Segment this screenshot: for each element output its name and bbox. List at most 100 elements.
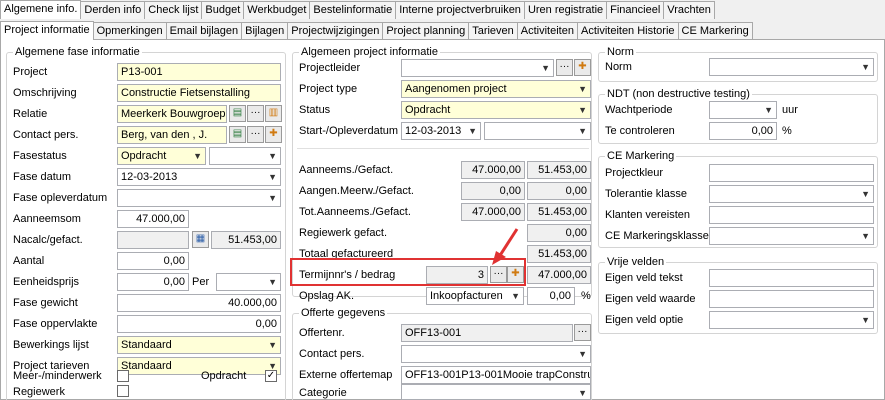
opslag-select[interactable]: Inkoopfacturen ▼ (426, 287, 524, 305)
tab-activiteiten-historie[interactable]: Activiteiten Historie (576, 22, 679, 40)
fasestatus-select[interactable]: Opdracht ▼ (117, 147, 206, 165)
calculator-icon[interactable]: ▦ (192, 231, 209, 248)
ellipsis-icon[interactable]: ··· (556, 59, 573, 76)
tab-derden-info[interactable]: Derden info (80, 1, 146, 19)
per-select[interactable]: ▼ (216, 273, 281, 291)
meerwerk-value-2: 0,00 (527, 182, 591, 200)
offerte-contact-select[interactable]: ▼ (401, 345, 591, 363)
categorie-select[interactable]: ▼ (401, 384, 591, 400)
gewicht-field[interactable]: 40.000,00 (117, 294, 281, 312)
card-icon[interactable]: ▤ (229, 105, 246, 122)
highlight-box (290, 258, 526, 286)
projectkleur-field[interactable] (709, 164, 874, 182)
chevron-down-icon: ▼ (268, 193, 277, 203)
meerminder-checkbox[interactable] (117, 370, 129, 382)
totaal-gefactureerd-value: 51.453,00 (527, 245, 591, 263)
new-document-icon[interactable]: ✚ (574, 59, 591, 76)
tab-project-informatie[interactable]: Project informatie (0, 21, 94, 40)
chevron-down-icon: ▼ (468, 126, 477, 136)
chevron-down-icon: ▼ (578, 349, 587, 359)
eenheidsprijs-field[interactable]: 0,00 (117, 273, 189, 291)
chevron-down-icon: ▼ (268, 340, 277, 350)
nacalc-value: 51.453,00 (211, 231, 281, 249)
contact-field[interactable]: Berg, van den , J. (117, 126, 227, 144)
status-select[interactable]: Opdracht ▼ (401, 101, 591, 119)
opslag-percentage[interactable]: 0,00 (527, 287, 575, 305)
tab-financieel[interactable]: Financieel (606, 1, 665, 19)
tab-vrachten[interactable]: Vrachten (663, 1, 715, 19)
tekst-field[interactable] (709, 269, 874, 287)
tab-activiteiten[interactable]: Activiteiten (516, 22, 578, 40)
waarde-field[interactable] (709, 290, 874, 308)
tab-werkbudget[interactable]: Werkbudget (243, 1, 311, 19)
tab-algemene-info[interactable]: Algemene info. (0, 0, 82, 19)
tab-ce-markering[interactable]: CE Markering (677, 22, 753, 40)
tab-projectwijzigingen[interactable]: Projectwijzigingen (287, 22, 384, 40)
aantal-label: Aantal (13, 255, 45, 267)
opleverdatum-select[interactable]: ▼ (117, 189, 281, 207)
ellipsis-icon[interactable]: ··· (247, 126, 264, 143)
chevron-down-icon: ▼ (268, 277, 277, 287)
tecontroleren-field[interactable]: 0,00 (709, 122, 777, 140)
startdatum-select[interactable]: 12-03-2013 ▼ (401, 122, 481, 140)
fasestatus-sub-select[interactable]: ▼ (209, 147, 281, 165)
tab-email-bijlagen[interactable]: Email bijlagen (165, 22, 243, 40)
chevron-down-icon: ▼ (578, 126, 587, 136)
tolerantie-select[interactable]: ▼ (709, 185, 874, 203)
tab-interne-projectverbruiken[interactable]: Interne projectverbruiken (395, 1, 525, 19)
chevron-down-icon: ▼ (578, 84, 587, 94)
offertenr-label: Offertenr. (299, 327, 345, 339)
chevron-down-icon: ▼ (511, 291, 520, 301)
aannemers-label: Aanneems./Gefact. (299, 164, 394, 176)
markeringsklasse-select[interactable]: ▼ (709, 227, 874, 245)
project-field[interactable]: P13-001 (117, 63, 281, 81)
ellipsis-icon[interactable]: ··· (574, 324, 591, 341)
tab-uren-registratie[interactable]: Uren registratie (523, 1, 608, 19)
bewerkings-select[interactable]: Standaard ▼ (117, 336, 281, 354)
aanneemsom-field[interactable]: 47.000,00 (117, 210, 189, 228)
regiewerk-gefact-label: Regiewerk gefact. (299, 227, 388, 239)
tarieven-select[interactable]: Standaard ▼ (117, 357, 281, 375)
uur-label: uur (782, 104, 798, 116)
opslag-value: Inkoopfacturen (430, 290, 503, 302)
bewerkings-label: Bewerkings lijst (13, 339, 89, 351)
aannemers-value-2: 51.453,00 (527, 161, 591, 179)
card-icon[interactable]: ▤ (229, 126, 246, 143)
tab-bijlagen[interactable]: Bijlagen (241, 22, 289, 40)
relatie-field[interactable]: Meerkerk Bouwgroep B (117, 105, 227, 123)
chevron-down-icon: ▼ (861, 62, 870, 72)
offertemap-field[interactable]: OFF13-001P13-001Mooie trapConstructie Fi… (401, 366, 591, 384)
markeringsklasse-label: CE Markeringsklasse (605, 230, 709, 242)
oppervlakte-field[interactable]: 0,00 (117, 315, 281, 333)
regiewerk-checkbox[interactable] (117, 385, 129, 397)
fasedatum-select[interactable]: 12-03-2013 ▼ (117, 168, 281, 186)
percent-sign: % (782, 125, 792, 137)
aantal-field[interactable]: 0,00 (117, 252, 189, 270)
contact-label: Contact pers. (13, 129, 79, 141)
tab-check-lijst[interactable]: Check lijst (144, 1, 203, 19)
tab-bestelinformatie[interactable]: Bestelinformatie (309, 1, 397, 19)
projecttype-select[interactable]: Aangenomen project ▼ (401, 80, 591, 98)
tab-budget[interactable]: Budget (201, 1, 245, 19)
chevron-down-icon: ▼ (268, 172, 277, 182)
new-document-icon[interactable]: ✚ (265, 126, 282, 143)
group-title: Algemene fase informatie (13, 46, 142, 59)
klanten-field[interactable] (709, 206, 874, 224)
opleverdatum-select[interactable]: ▼ (484, 122, 591, 140)
percent-sign: % (581, 290, 591, 302)
wachtperiode-select[interactable]: ▼ (709, 101, 777, 119)
omschrijving-field[interactable]: Constructie Fietsenstalling (117, 84, 281, 102)
tab-tarieven[interactable]: Tarieven (468, 22, 518, 40)
optie-select[interactable]: ▼ (709, 311, 874, 329)
tab-opmerkingen[interactable]: Opmerkingen (92, 22, 167, 40)
ellipsis-icon[interactable]: ··· (247, 105, 264, 122)
norm-select[interactable]: ▼ (709, 58, 874, 76)
tab-project-planning[interactable]: Project planning (382, 22, 470, 40)
bewerkings-value: Standaard (121, 339, 172, 351)
aannemers-value-1: 47.000,00 (461, 161, 525, 179)
projectleider-select[interactable]: ▼ (401, 59, 554, 77)
group-title: CE Markering (605, 150, 677, 163)
categorie-label: Categorie (299, 387, 347, 399)
chart-icon[interactable]: ▥ (265, 105, 282, 122)
opdracht-checkbox[interactable]: ✓ (265, 370, 277, 382)
